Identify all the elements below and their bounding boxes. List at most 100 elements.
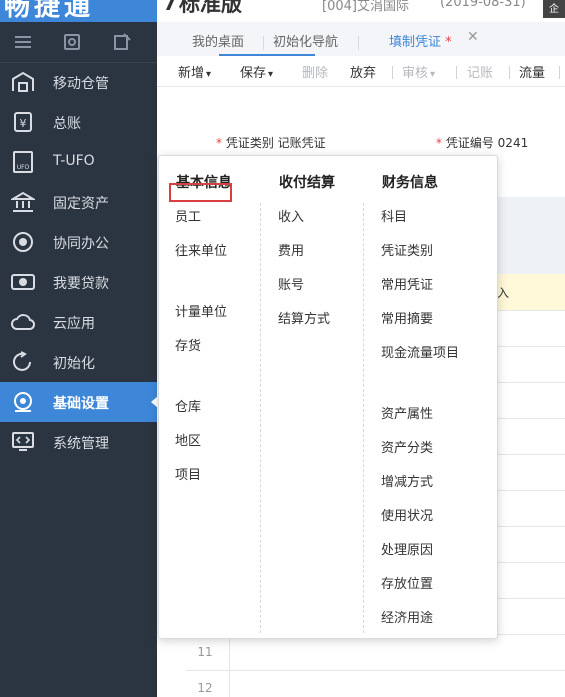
sidebar-item-system-admin[interactable]: 系统管理 [0,422,157,462]
delete-button[interactable]: 删除 [302,62,328,81]
edit-icon[interactable] [112,32,132,52]
sidebar-item-initialize[interactable]: 初始化 [0,342,157,382]
collab-icon [13,232,33,252]
sidebar-item-label: 固定资产 [53,196,109,212]
voucher-number-value: 0241 [497,136,529,150]
menu-item-inventory[interactable]: 存货 [175,335,201,354]
abandon-button[interactable]: 放弃 [350,62,376,81]
sidebar-item-label: 协同办公 [53,236,109,252]
menu-item-common-voucher[interactable]: 常用凭证 [381,274,433,293]
menu-item-voucher-type[interactable]: 凭证类别 [381,240,433,259]
menu-item-warehouse[interactable]: 仓库 [175,396,201,415]
close-icon[interactable]: ✕ [467,29,479,45]
tab-separator [263,36,264,50]
sidebar-item-label: 总账 [53,116,81,132]
grid-row-line [186,670,565,671]
menu-item-unit[interactable]: 计量单位 [175,301,227,320]
menu-item-storage-location[interactable]: 存放位置 [381,573,433,592]
tab-label: 填制凭证 [389,35,442,50]
bank-icon [11,191,35,212]
tab-fill-voucher[interactable]: 填制凭证 * [389,31,452,50]
menu-item-project[interactable]: 项目 [175,464,201,483]
save-label: 保存 [240,66,267,81]
basic-settings-menu: 基本信息 员工 往来单位 计量单位 存货 仓库 地区 项目 收付结算 收入 费用… [158,155,498,639]
voucher-number-field[interactable]: * 凭证编号 0241 [436,134,528,151]
menu-divider [363,203,364,633]
system-icon [12,432,34,451]
sidebar-item-label: 云应用 [53,316,95,332]
sidebar: 畅捷通 移动仓管 ¥ 总账 UFO T-UFO 固定资产 协同办公 我要贷款 云… [0,0,158,697]
svg-text:¥: ¥ [20,117,27,130]
edition-title: 标准版 [179,0,242,16]
menu-item-settlement-method[interactable]: 结算方式 [278,308,330,327]
init-icon [13,351,31,371]
new-label: 新增 [178,66,205,81]
app-header: 7 标准版 [004]艾涓国际 (2019-08-31) 企 [157,0,565,22]
sidebar-item-label: 我要贷款 [53,276,109,292]
tab-separator [358,36,359,50]
chevron-down-icon: ▾ [430,69,436,80]
menu-item-employee[interactable]: 员工 [175,206,201,225]
sidebar-item-loan[interactable]: 我要贷款 [0,262,157,302]
menu-item-region[interactable]: 地区 [175,430,201,449]
voucher-type-field[interactable]: * 凭证类别 记账凭证 [216,134,326,151]
loan-icon [11,274,35,290]
menu-item-cash-flow-item[interactable]: 现金流量项目 [381,342,459,361]
sidebar-item-ledger[interactable]: ¥ 总账 [0,102,157,142]
sidebar-item-label: 初始化 [53,356,95,372]
ufo-icon: UFO [13,151,33,173]
logo-text: 畅捷通 [4,0,95,22]
sidebar-item-fixed-assets[interactable]: 固定资产 [0,182,157,222]
voucher-type-value: 记账凭证 [277,136,326,150]
organization-name: [004]艾涓国际 [322,0,409,14]
menu-item-change-method[interactable]: 增减方式 [381,471,433,490]
menu-item-contacts[interactable]: 往来单位 [175,240,227,259]
menu-heading: 收付结算 [279,175,335,191]
menu-item-economic-use[interactable]: 经济用途 [381,607,433,626]
save-button[interactable]: 保存 ▾ [240,62,273,81]
sidebar-item-label: 移动仓管 [53,76,109,92]
account-date: (2019-08-31) [440,0,526,10]
menu-item-disposal-reason[interactable]: 处理原因 [381,539,433,558]
grid-row-number: 11 [197,645,213,659]
brand-mark-icon: 7 [163,0,177,15]
sidebar-item-mobile-warehouse[interactable]: 移动仓管 [0,62,157,102]
corner-badge[interactable]: 企 [543,0,565,18]
sidebar-item-collaboration[interactable]: 协同办公 [0,222,157,262]
menu-heading: 财务信息 [382,175,438,191]
menu-icon[interactable] [13,32,33,52]
tab-init-guide[interactable]: 初始化导航 [273,31,338,50]
menu-item-income[interactable]: 收入 [278,206,304,225]
sidebar-toolbar [0,22,157,63]
grid-cell-text: 入 [497,286,510,300]
menu-item-usage-status[interactable]: 使用状况 [381,505,433,524]
active-caret [151,396,158,408]
audit-button[interactable]: 审核 ▾ [402,62,435,81]
cash-flow-button[interactable]: 流量 [519,62,545,81]
required-mark: * [216,136,222,150]
warehouse-icon [12,71,34,92]
post-button[interactable]: 记账 [467,62,493,81]
sidebar-item-t-ufo[interactable]: UFO T-UFO [0,142,157,182]
toolbar-separator [392,66,393,79]
sidebar-item-basic-settings[interactable]: 基础设置 [0,382,158,422]
sidebar-item-cloud-apps[interactable]: 云应用 [0,302,157,342]
menu-item-common-summary[interactable]: 常用摘要 [381,308,433,327]
voucher-toolbar: 新增 ▾ 保存 ▾ 删除 放弃 审核 ▾ 记账 流量 [157,56,565,87]
required-mark: * [436,136,442,150]
chevron-down-icon: ▾ [206,69,212,80]
audit-label: 审核 [402,66,429,81]
menu-item-subject[interactable]: 科目 [381,206,407,225]
sidebar-item-label: 基础设置 [53,396,109,412]
logo: 畅捷通 [0,0,157,22]
tab-bar: 我的桌面 初始化导航 填制凭证 * ✕ [157,22,565,57]
unsaved-mark: * [445,35,452,50]
menu-item-account[interactable]: 账号 [278,274,304,293]
menu-item-asset-category[interactable]: 资产分类 [381,437,433,456]
tab-my-desktop[interactable]: 我的桌面 [192,31,244,50]
new-button[interactable]: 新增 ▾ [178,62,211,81]
menu-item-expense[interactable]: 费用 [278,240,304,259]
search-doc-icon[interactable] [62,32,82,52]
toolbar-separator [456,66,457,79]
menu-item-asset-attribute[interactable]: 资产属性 [381,403,433,422]
